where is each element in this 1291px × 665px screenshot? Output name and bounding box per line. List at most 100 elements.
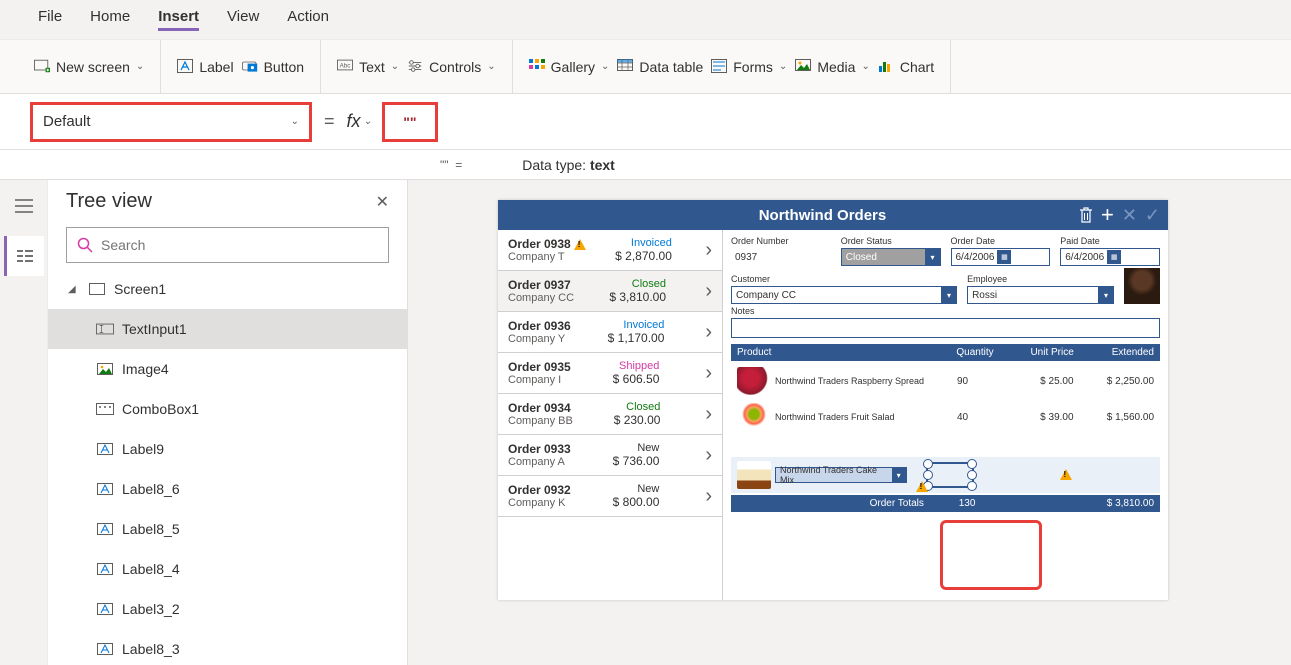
new-screen-button[interactable]: New screen ⌄ bbox=[34, 59, 144, 75]
notes-input[interactable] bbox=[731, 318, 1160, 338]
combobox-icon bbox=[96, 402, 114, 416]
chevron-down-icon: ⌄ bbox=[391, 61, 399, 72]
forms-button[interactable]: Forms ⌄ bbox=[711, 59, 787, 75]
chevron-down-icon: ⌄ bbox=[136, 61, 144, 72]
chart-button[interactable]: Chart bbox=[878, 59, 934, 75]
tree-screen-root[interactable]: ◢ Screen1 bbox=[48, 269, 407, 309]
paid-date-input[interactable]: 6/4/2006▦ bbox=[1060, 248, 1160, 266]
tree-item-label3-2[interactable]: Label3_2 bbox=[48, 589, 407, 629]
warning-icon bbox=[1060, 469, 1072, 480]
datatable-button[interactable]: Data table bbox=[617, 59, 703, 75]
chevron-down-icon: ⌄ bbox=[861, 61, 869, 72]
check-icon[interactable]: ✓ bbox=[1145, 205, 1160, 226]
formula-value-highlight[interactable]: "" bbox=[382, 102, 438, 142]
label-icon bbox=[96, 482, 114, 496]
tree-panel: Tree view ✕ ◢ Screen1 TextInput1 Image4 bbox=[48, 180, 408, 665]
order-item[interactable]: Order 0934Company BBClosed$ 230.00› bbox=[498, 394, 722, 435]
hamburger-button[interactable] bbox=[4, 186, 44, 226]
order-item[interactable]: Order 0933Company ANew$ 736.00› bbox=[498, 435, 722, 476]
controls-button[interactable]: Controls ⌄ bbox=[407, 59, 496, 75]
formula-result-bar: "" = Data type: text bbox=[0, 150, 1291, 180]
order-list[interactable]: Order 0938Company TInvoiced$ 2,870.00›Or… bbox=[498, 230, 723, 600]
button-icon bbox=[242, 59, 258, 75]
screen-icon bbox=[34, 59, 50, 75]
chevron-down-icon: ⌄ bbox=[601, 61, 609, 72]
tree-title: Tree view bbox=[66, 190, 152, 213]
tree-list: ◢ Screen1 TextInput1 Image4 ComboBox1 La… bbox=[48, 269, 407, 665]
screen-icon bbox=[88, 282, 106, 296]
property-selector[interactable]: Default ⌄ bbox=[30, 102, 312, 142]
menu-file[interactable]: File bbox=[38, 8, 62, 31]
tree-item-combobox1[interactable]: ComboBox1 bbox=[48, 389, 407, 429]
chevron-down-icon: ⌄ bbox=[487, 61, 495, 72]
order-number-value: 0937 bbox=[731, 248, 831, 266]
image-icon bbox=[96, 362, 114, 376]
cancel-icon[interactable]: ✕ bbox=[1122, 205, 1137, 226]
chevron-down-icon: ⌄ bbox=[291, 116, 299, 127]
forms-icon bbox=[711, 59, 727, 75]
app-title: Northwind Orders bbox=[566, 207, 1079, 224]
search-icon bbox=[77, 237, 93, 253]
tree-item-textinput1[interactable]: TextInput1 bbox=[48, 309, 407, 349]
order-status-select[interactable]: Closed▾ bbox=[841, 248, 941, 266]
search-input[interactable] bbox=[101, 237, 378, 253]
plus-icon[interactable]: + bbox=[1101, 202, 1114, 228]
order-item[interactable]: Order 0937Company CCClosed$ 3,810.00› bbox=[498, 271, 722, 312]
media-icon bbox=[795, 59, 811, 75]
label-icon bbox=[96, 602, 114, 616]
order-item[interactable]: Order 0935Company IShipped$ 606.50› bbox=[498, 353, 722, 394]
customer-select[interactable]: Company CC▾ bbox=[731, 286, 957, 304]
gallery-icon bbox=[529, 59, 545, 75]
product-image bbox=[737, 461, 771, 489]
label-button[interactable]: Label bbox=[177, 59, 233, 75]
callout-highlight bbox=[940, 520, 1042, 590]
tree-item-label8-5[interactable]: Label8_5 bbox=[48, 509, 407, 549]
formula-eval: "" = bbox=[440, 158, 462, 172]
close-icon[interactable]: ✕ bbox=[376, 192, 389, 212]
app-screen: Northwind Orders + ✕ ✓ Order 0938Company… bbox=[498, 200, 1168, 600]
order-item[interactable]: Order 0936Company YInvoiced$ 1,170.00› bbox=[498, 312, 722, 353]
label-icon bbox=[177, 59, 193, 75]
qty-input-selected[interactable] bbox=[926, 462, 974, 488]
top-menu: File Home Insert View Action bbox=[0, 0, 1291, 40]
label-icon bbox=[96, 642, 114, 656]
menu-view[interactable]: View bbox=[227, 8, 259, 31]
controls-icon bbox=[407, 59, 423, 75]
tree-item-label9[interactable]: Label9 bbox=[48, 429, 407, 469]
chart-icon bbox=[878, 59, 894, 75]
tree-item-label8-4[interactable]: Label8_4 bbox=[48, 549, 407, 589]
order-item[interactable]: Order 0938Company TInvoiced$ 2,870.00› bbox=[498, 230, 722, 271]
fx-label[interactable]: fx⌄ bbox=[347, 111, 372, 132]
svg-text:Abc: Abc bbox=[340, 62, 351, 69]
new-product-select[interactable]: Northwind Traders Cake Mix▾ bbox=[775, 467, 907, 483]
chevron-down-icon: ⌄ bbox=[779, 61, 787, 72]
canvas[interactable]: Northwind Orders + ✕ ✓ Order 0938Company… bbox=[408, 180, 1291, 665]
equals-sign: = bbox=[324, 111, 335, 132]
text-button[interactable]: Abc Text ⌄ bbox=[337, 59, 399, 75]
expand-icon[interactable]: ◢ bbox=[68, 284, 80, 295]
menu-action[interactable]: Action bbox=[287, 8, 329, 31]
order-total-row: Order Totals 130 $ 3,810.00 bbox=[731, 495, 1160, 512]
tree-search[interactable] bbox=[66, 227, 389, 263]
trash-icon[interactable] bbox=[1079, 207, 1093, 223]
app-title-bar: Northwind Orders + ✕ ✓ bbox=[498, 200, 1168, 230]
menu-home[interactable]: Home bbox=[90, 8, 130, 31]
left-rail bbox=[0, 180, 48, 665]
data-type-label: Data type: text bbox=[522, 157, 615, 173]
order-item[interactable]: Order 0932Company KNew$ 800.00› bbox=[498, 476, 722, 517]
tree-item-label8-3[interactable]: Label8_3 bbox=[48, 629, 407, 665]
formula-bar: Default ⌄ = fx⌄ "" bbox=[0, 94, 1291, 150]
media-button[interactable]: Media ⌄ bbox=[795, 59, 870, 75]
employee-avatar bbox=[1124, 268, 1160, 304]
button-button[interactable]: Button bbox=[242, 59, 304, 75]
product-row[interactable]: Northwind Traders Fruit Salad40$ 39.00$ … bbox=[731, 399, 1160, 435]
tree-item-image4[interactable]: Image4 bbox=[48, 349, 407, 389]
text-icon: Abc bbox=[337, 59, 353, 75]
gallery-button[interactable]: Gallery ⌄ bbox=[529, 59, 610, 75]
order-date-input[interactable]: 6/4/2006▦ bbox=[951, 248, 1051, 266]
product-row[interactable]: Northwind Traders Raspberry Spread90$ 25… bbox=[731, 363, 1160, 399]
menu-insert[interactable]: Insert bbox=[158, 8, 199, 31]
tree-item-label8-6[interactable]: Label8_6 bbox=[48, 469, 407, 509]
tree-view-button[interactable] bbox=[4, 236, 44, 276]
employee-select[interactable]: Rossi▾ bbox=[967, 286, 1114, 304]
